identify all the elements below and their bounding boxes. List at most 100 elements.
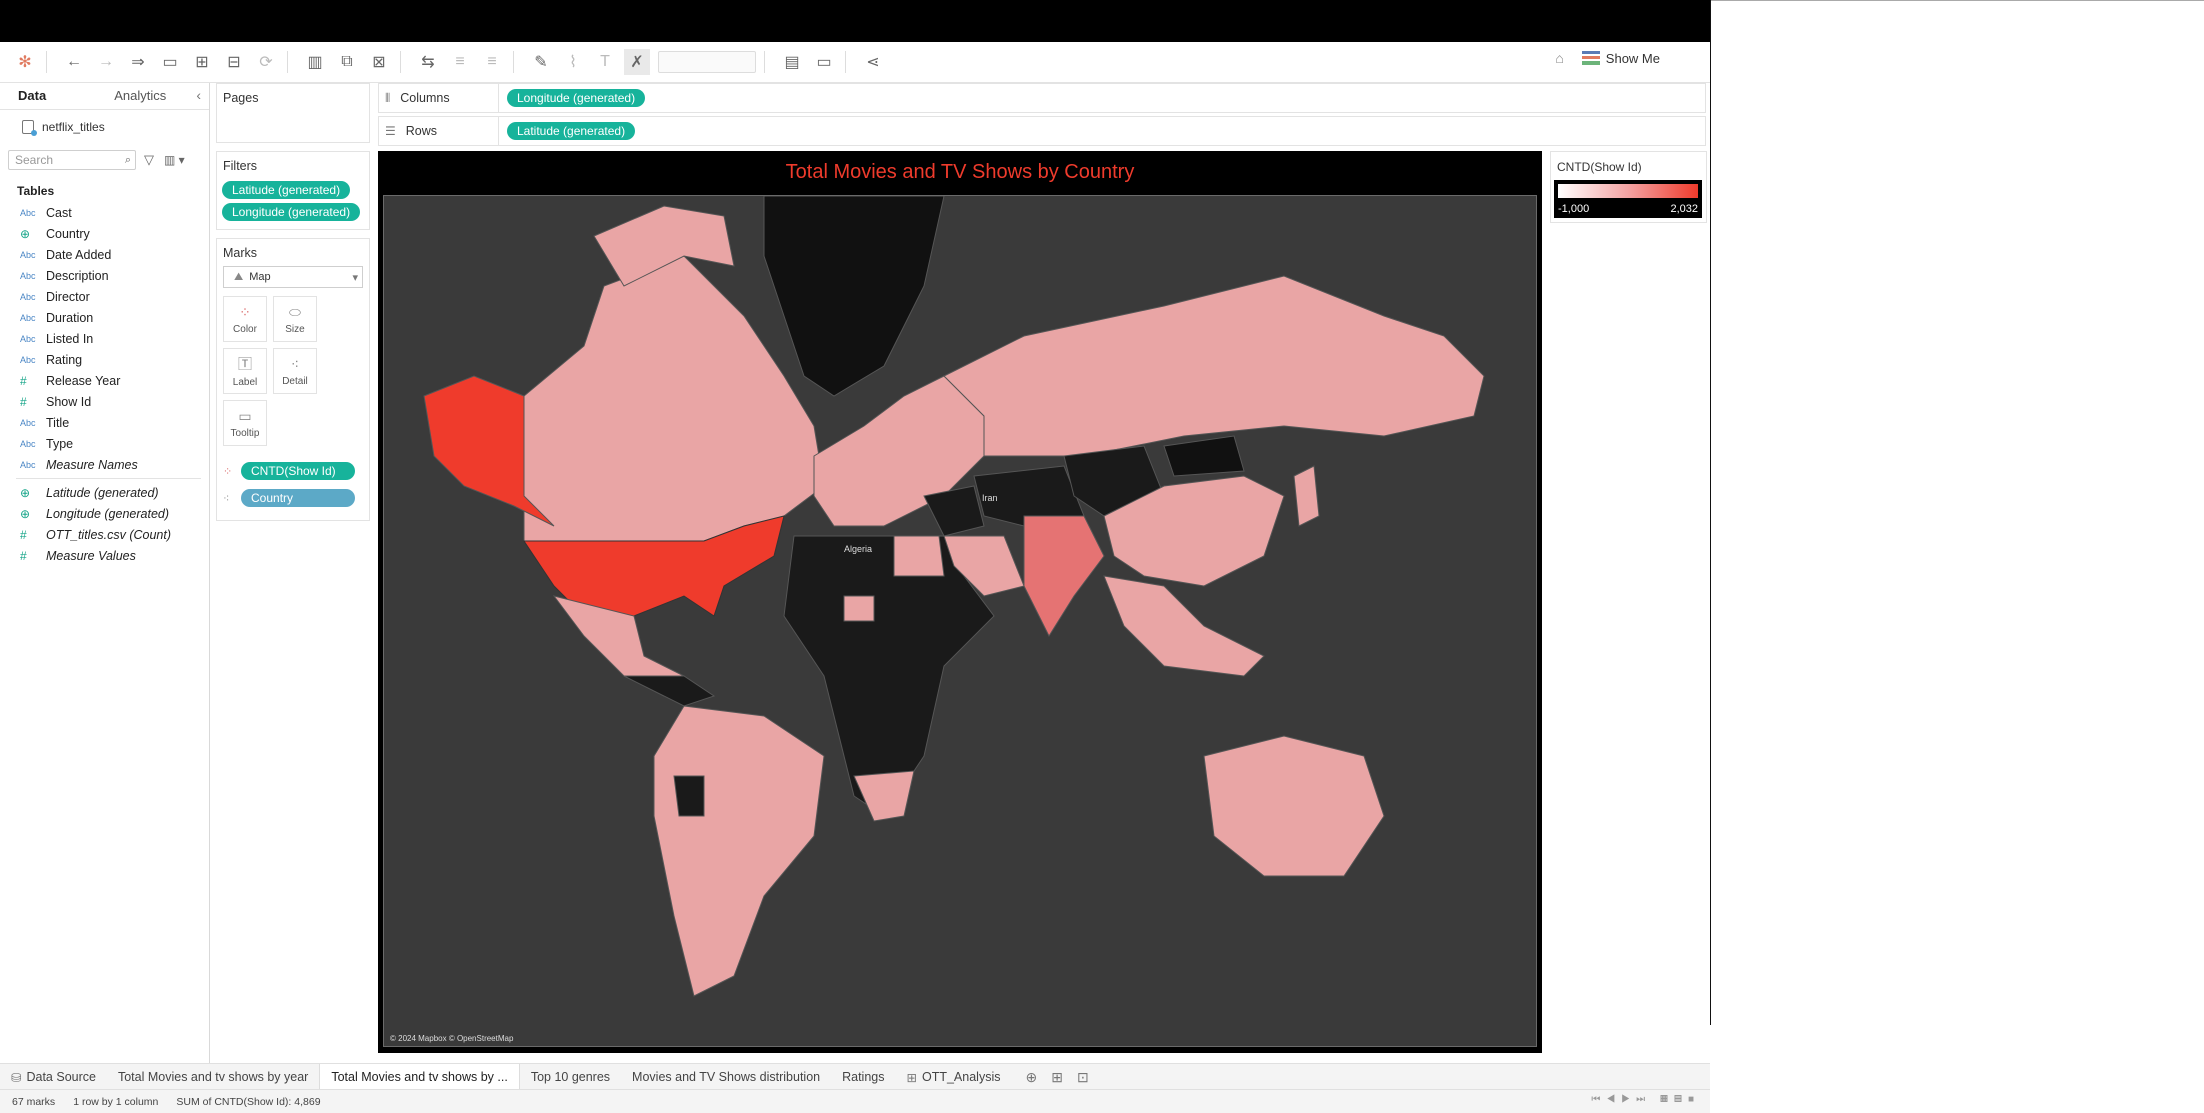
map-mark-icon: ⛰ [234,270,244,283]
field-item[interactable]: Abc Director [0,286,209,307]
show-me-button[interactable]: ⌂ Show Me [1555,50,1660,66]
mark-pill-cntd-show-id[interactable]: CNTD(Show Id) [241,462,355,480]
columns-shelf-label: ⦀ Columns [379,84,499,112]
field-item[interactable]: # Release Year [0,370,209,391]
tableau-logo-icon[interactable]: ✻ [12,49,38,75]
pages-card[interactable]: Pages [216,83,370,143]
country-india[interactable] [1023,515,1105,638]
color-button[interactable]: ⁘ Color [223,296,267,342]
country-australia[interactable] [1203,735,1385,877]
sort-ascending-icon[interactable]: ≡ [447,49,473,75]
save-icon[interactable]: ▭ [157,49,183,75]
undo-icon[interactable]: ← [61,49,87,75]
columns-shelf[interactable]: ⦀ Columns Longitude (generated) [378,83,1706,113]
new-datasource-icon[interactable]: ⊞ [189,49,215,75]
field-item[interactable]: Abc Listed In [0,328,209,349]
clear-sheet-icon[interactable]: ⊠ [366,49,392,75]
tab-analytics[interactable]: Analytics [96,88,166,109]
country-south-africa[interactable] [853,770,915,822]
refresh-icon[interactable]: ⟳ [253,49,279,75]
tooltip-button[interactable]: ▭ Tooltip [223,400,267,446]
field-item[interactable]: Abc Date Added [0,244,209,265]
field-item[interactable]: ⊕ Country [0,223,209,244]
format-painter-icon[interactable]: ⌂ [1555,50,1563,66]
field-item[interactable]: Abc Description [0,265,209,286]
field-item[interactable]: ⊕ Latitude (generated) [0,482,209,503]
field-item[interactable]: Abc Cast [0,202,209,223]
field-item[interactable]: # OTT_titles.csv (Count) [0,524,209,545]
rows-pill[interactable]: Latitude (generated) [507,122,636,140]
country-japan[interactable] [1293,465,1320,527]
region-southeast-asia[interactable] [1103,575,1265,677]
mark-pill-country[interactable]: Country [241,489,355,507]
map-canvas[interactable]: Algeria Iran © 2024 Mapbox © OpenStreetM… [383,195,1537,1047]
size-button[interactable]: ⬭ Size [273,296,317,342]
sheet-tab-active[interactable]: Total Movies and tv shows by ... [319,1064,520,1090]
filters-card[interactable]: Filters Latitude (generated) Longitude (… [216,151,370,230]
world-map-svg[interactable]: Algeria Iran [384,196,1536,1046]
field-item[interactable]: # Show Id [0,391,209,412]
field-item[interactable]: ⊕ Longitude (generated) [0,503,209,524]
country-brazil[interactable] [653,705,825,997]
tab-data-source[interactable]: ⛁ Data Source [0,1064,107,1090]
map-view[interactable]: Total Movies and TV Shows by Country Alg… [378,151,1542,1053]
datasource-item[interactable]: netflix_titles [0,112,209,142]
view-options-icon[interactable]: ▥ ▾ [164,153,185,167]
map-attribution[interactable]: © 2024 Mapbox © OpenStreetMap [390,1034,513,1043]
field-item[interactable]: Abc Duration [0,307,209,328]
new-worksheet-tab-icon[interactable]: ⊕ [1025,1069,1037,1086]
label-button[interactable]: 🅃 Label [223,348,267,394]
group-members-icon[interactable]: ⌇ [560,49,586,75]
status-marks: 67 marks [12,1095,56,1108]
country-bolivia[interactable] [673,775,705,817]
country-mongolia[interactable] [1163,435,1245,477]
sort-descending-icon[interactable]: ≡ [479,49,505,75]
fix-axes-icon[interactable]: ✗ [624,49,650,75]
new-dashboard-tab-icon[interactable]: ⊞ [1051,1069,1063,1086]
swap-axes-icon[interactable]: ⇆ [415,49,441,75]
show-labels-icon[interactable]: T [592,49,618,75]
share-icon[interactable]: ⋖ [860,49,886,75]
redo-icon[interactable]: → [93,49,119,75]
duplicate-sheet-icon[interactable]: ⧉ [334,49,360,75]
fit-dropdown[interactable] [658,51,756,73]
rows-shelf[interactable]: ☰ Rows Latitude (generated) [378,116,1706,146]
filter-pill-latitude[interactable]: Latitude (generated) [222,181,351,199]
tables-header: Tables [17,184,55,198]
new-story-tab-icon[interactable]: ⊡ [1077,1069,1089,1086]
new-worksheet-icon[interactable]: ▥ [302,49,328,75]
country-nigeria[interactable] [843,595,875,622]
columns-pill[interactable]: Longitude (generated) [507,89,646,107]
presentation-mode-icon[interactable]: ▭ [811,49,837,75]
country-russia[interactable] [943,275,1485,457]
region-central-america[interactable] [623,675,716,707]
dashboard-tab[interactable]: ⊞ OTT_Analysis [896,1064,1012,1090]
toolbar-separator [46,51,47,73]
color-legend[interactable]: CNTD(Show Id) -1,000 2,032 [1550,151,1707,223]
filter-icon[interactable]: ▽ [144,152,154,168]
country-egypt[interactable] [893,535,945,577]
mark-type-dropdown[interactable]: ⛰ Map ▾ [223,266,363,288]
field-item[interactable]: Abc Type [0,433,209,454]
tab-data[interactable]: Data [0,88,46,109]
highlight-icon[interactable]: ✎ [528,49,554,75]
mark-field-color[interactable]: ⁘ CNTD(Show Id) [217,458,369,485]
sheet-tab[interactable]: Total Movies and tv shows by year [107,1064,319,1090]
replay-icon[interactable]: ⇒ [125,49,151,75]
show-cards-icon[interactable]: ▤ [779,49,805,75]
detail-button[interactable]: ⁖ Detail [273,348,317,394]
sheet-tab[interactable]: Top 10 genres [520,1064,621,1090]
filter-pill-longitude[interactable]: Longitude (generated) [222,203,361,221]
sheet-tab[interactable]: Ratings [831,1064,895,1090]
collapse-pane-icon[interactable]: ‹ [196,87,201,103]
sheet-navigation-icons[interactable]: ⏮◀▶⏭ ▦▤■ [1591,1094,1700,1105]
field-item[interactable]: Abc Measure Names [0,454,209,475]
field-item[interactable]: # Measure Values [0,545,209,566]
pause-updates-icon[interactable]: ⊟ [221,49,247,75]
country-greenland[interactable] [763,196,945,397]
field-item[interactable]: Abc Title [0,412,209,433]
field-item[interactable]: Abc Rating [0,349,209,370]
search-input[interactable]: Search ⌕ [8,150,136,170]
sheet-tab[interactable]: Movies and TV Shows distribution [621,1064,831,1090]
mark-field-detail[interactable]: ⁖ Country [217,485,369,512]
